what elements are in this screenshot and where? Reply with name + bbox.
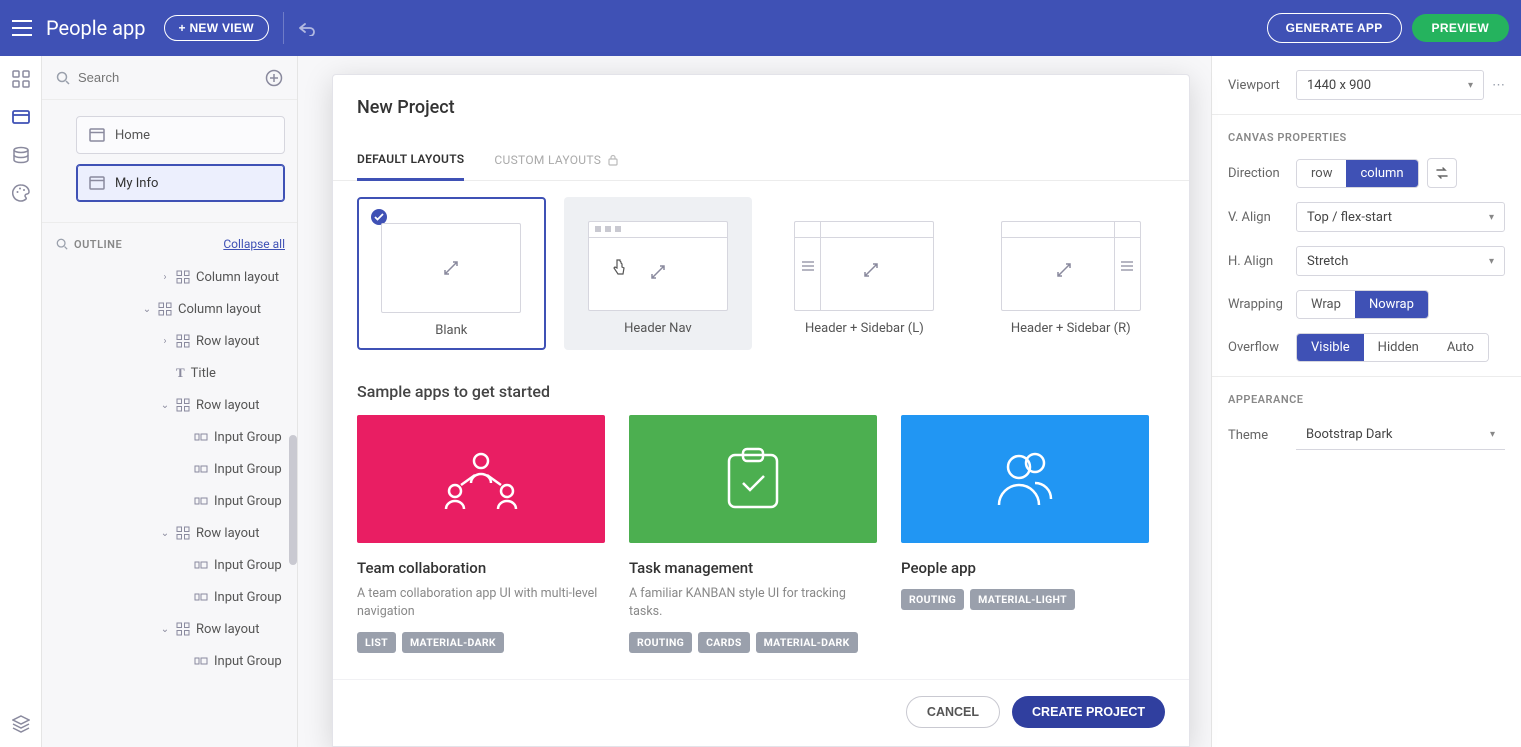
- sample-apps-title: Sample apps to get started: [357, 382, 1165, 401]
- sample-card[interactable]: Task management A familiar KANBAN style U…: [629, 415, 877, 653]
- lock-icon: [607, 154, 619, 166]
- sample-name: People app: [901, 559, 1149, 577]
- tag-row: LIST MATERIAL-DARK: [357, 632, 605, 653]
- cancel-button[interactable]: CANCEL: [906, 696, 1000, 728]
- modal-tab[interactable]: DEFAULT LAYOUTS: [357, 142, 464, 181]
- generate-app-button[interactable]: GENERATE APP: [1267, 13, 1402, 43]
- layout-name: Header Nav: [574, 321, 742, 336]
- sample-card[interactable]: People app ROUTING MATERIAL-LIGHT: [901, 415, 1149, 653]
- sample-name: Team collaboration: [357, 559, 605, 577]
- modal-tab[interactable]: CUSTOM LAYOUTS: [494, 142, 619, 180]
- layout-card[interactable]: Header Nav: [564, 197, 752, 350]
- sample-grid: Team collaboration A team collaboration a…: [357, 415, 1165, 653]
- menu-icon[interactable]: [12, 20, 32, 36]
- layout-name: Blank: [369, 323, 534, 338]
- layout-grid: Blank Header Nav Header + Sidebar (L) Heade…: [357, 181, 1165, 374]
- app-title: People app: [46, 16, 146, 40]
- layout-card[interactable]: Header + Sidebar (R): [977, 197, 1165, 350]
- layout-card[interactable]: Blank: [357, 197, 546, 350]
- tag: MATERIAL-DARK: [756, 632, 858, 653]
- sample-card[interactable]: Team collaboration A team collaboration a…: [357, 415, 605, 653]
- modal-tabs: DEFAULT LAYOUTS CUSTOM LAYOUTS: [333, 142, 1189, 181]
- sample-desc: A familiar KANBAN style UI for tracking …: [629, 585, 877, 620]
- sample-hero: [629, 415, 877, 543]
- undo-icon[interactable]: [298, 20, 316, 36]
- new-project-modal: New Project DEFAULT LAYOUTS CUSTOM LAYOUT…: [332, 74, 1190, 747]
- tag-row: ROUTING CARDS MATERIAL-DARK: [629, 632, 877, 653]
- pointer-icon: [611, 258, 627, 276]
- layout-name: Header + Sidebar (R): [987, 321, 1155, 336]
- layout-card[interactable]: Header + Sidebar (L): [770, 197, 958, 350]
- tag: ROUTING: [901, 589, 964, 610]
- tag: MATERIAL-LIGHT: [970, 589, 1075, 610]
- create-project-button[interactable]: CREATE PROJECT: [1012, 696, 1165, 728]
- modal-title: New Project: [357, 97, 1165, 118]
- topbar: People app + NEW VIEW GENERATE APP PREVI…: [0, 0, 1521, 56]
- sample-hero: [357, 415, 605, 543]
- divider: [283, 12, 284, 44]
- tag: LIST: [357, 632, 396, 653]
- sample-hero: [901, 415, 1149, 543]
- modal-backdrop: New Project DEFAULT LAYOUTS CUSTOM LAYOUT…: [0, 56, 1521, 747]
- tag: CARDS: [698, 632, 749, 653]
- new-view-button[interactable]: + NEW VIEW: [164, 15, 269, 41]
- tag-row: ROUTING MATERIAL-LIGHT: [901, 589, 1149, 610]
- sample-name: Task management: [629, 559, 877, 577]
- preview-button[interactable]: PREVIEW: [1412, 14, 1509, 42]
- modal-footer: CANCEL CREATE PROJECT: [333, 679, 1189, 746]
- sample-desc: A team collaboration app UI with multi-l…: [357, 585, 605, 620]
- tag: MATERIAL-DARK: [402, 632, 504, 653]
- layout-name: Header + Sidebar (L): [780, 321, 948, 336]
- tag: ROUTING: [629, 632, 692, 653]
